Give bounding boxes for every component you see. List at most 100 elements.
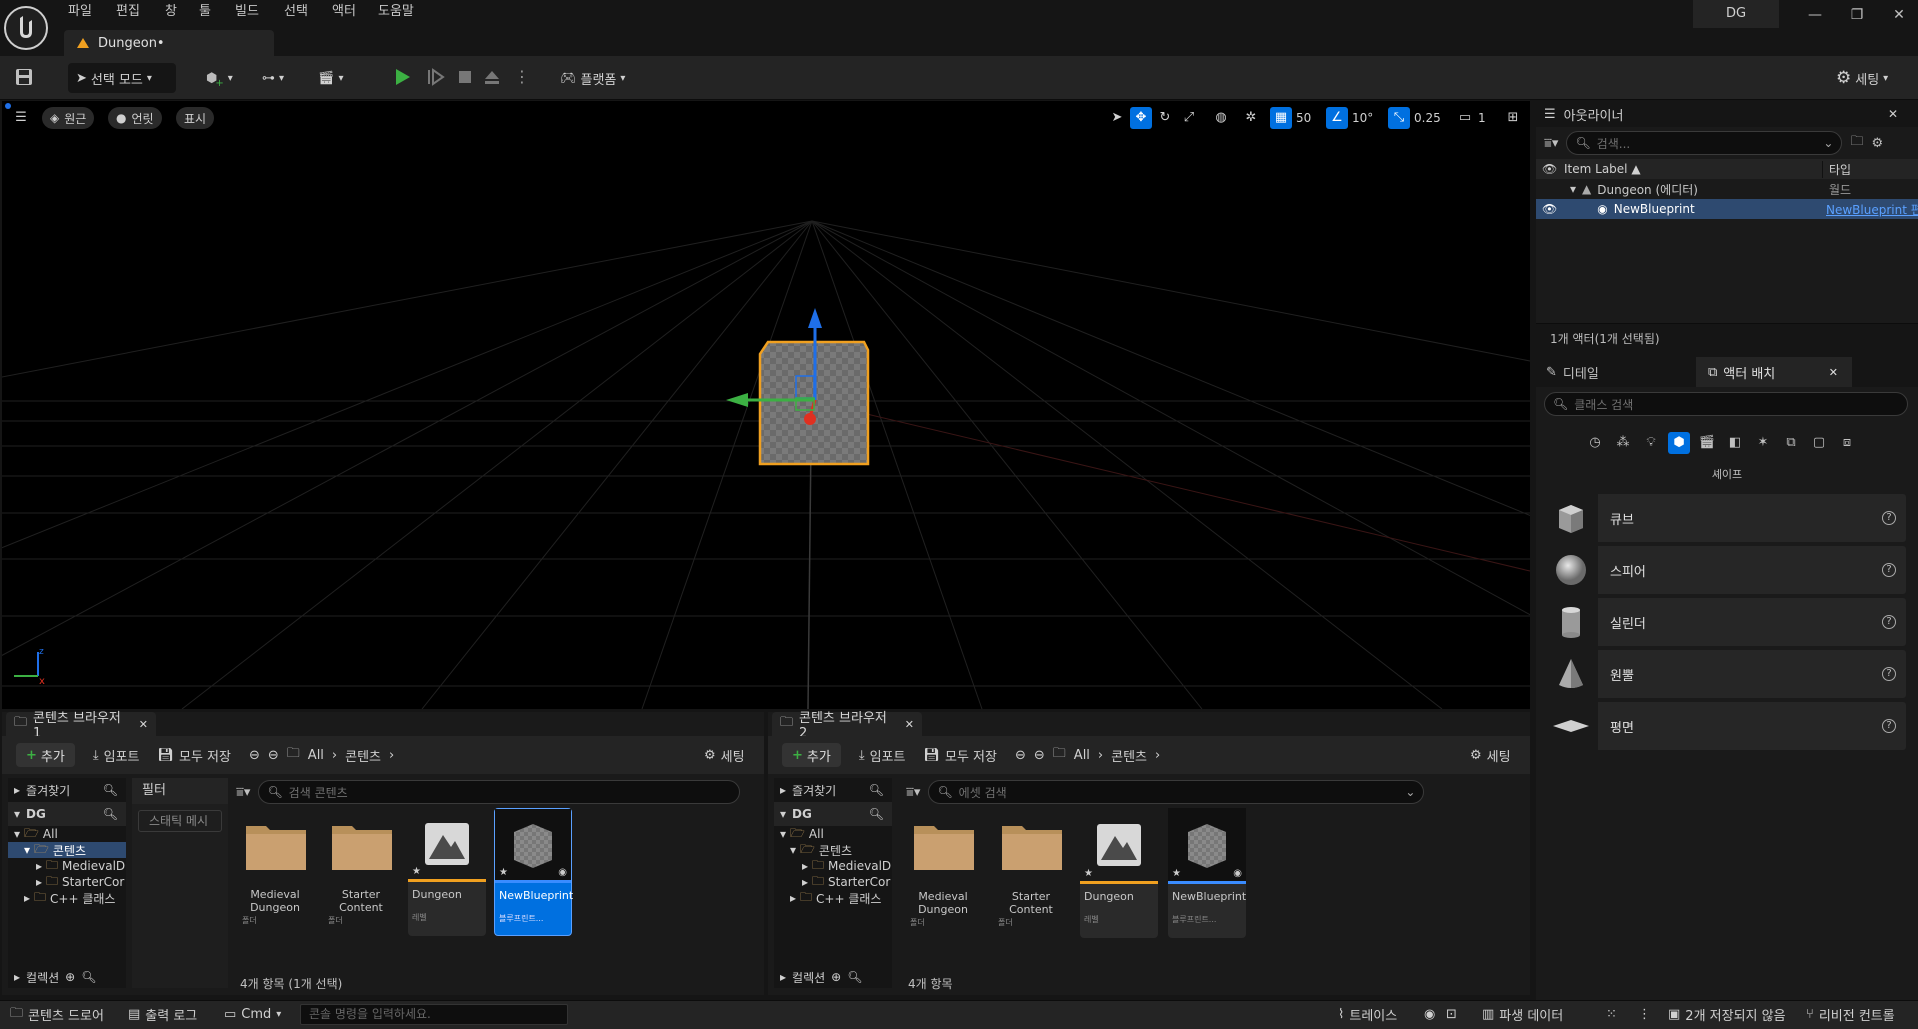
save-all-button[interactable]: 💾︎ 모두 저장 — [923, 746, 997, 765]
help-icon[interactable]: ? — [1882, 719, 1896, 733]
eject-icon[interactable] — [482, 67, 502, 87]
move-tool-icon[interactable]: ✥ — [1130, 107, 1152, 129]
search-icon[interactable]: 🔍︎ — [103, 807, 118, 821]
cmd-dropdown[interactable]: ▭ Cmd ▾ — [224, 1000, 281, 1029]
tree-item-content[interactable]: ▾ 🗁 콘텐츠 — [774, 842, 892, 858]
unreal-logo-icon[interactable] — [4, 6, 48, 50]
close-icon[interactable]: ✕ — [905, 718, 914, 731]
col-item-label[interactable]: Item Label ▲ — [1564, 162, 1641, 176]
help-icon[interactable]: ? — [1882, 667, 1896, 681]
tab-place-actors[interactable]: ⧉ 액터 배치 ✕ — [1696, 357, 1852, 387]
shapes-icon[interactable]: ⬢ — [1668, 432, 1690, 454]
visibility-icon[interactable]: 👁︎ — [1542, 202, 1557, 216]
path-all[interactable]: All — [1074, 748, 1090, 763]
favorites-header[interactable]: ▸ 즐겨찾기 🔍︎ — [8, 778, 126, 802]
menu-help[interactable]: 도움말 — [378, 0, 414, 24]
save-all-button[interactable]: 💾︎ 모두 저장 — [157, 746, 231, 765]
all-classes-icon[interactable]: ⧉ — [1780, 432, 1802, 454]
filter-icon[interactable]: ⩸▾ — [906, 785, 920, 800]
cb2-settings-button[interactable]: ⚙ 세팅 — [1470, 746, 1511, 765]
cinematics-button[interactable]: 🎬︎ ▾ — [318, 63, 358, 93]
asset-tile-level[interactable]: ★ Dungeon 레벨 — [1080, 808, 1158, 938]
screenshot-icon[interactable]: ⊡ — [1446, 1000, 1457, 1029]
asset-tile-folder[interactable]: Medieval Dungeon 폴더 — [236, 812, 314, 937]
hamburger-menu-icon[interactable]: ☰ — [10, 107, 32, 129]
add-button[interactable]: + 추가 — [782, 743, 841, 767]
shape-item-plane[interactable]: 평면 ? — [1544, 702, 1906, 750]
more-icon[interactable]: ⋮ — [1638, 1000, 1651, 1029]
forward-icon[interactable]: ⊖ — [1034, 748, 1045, 763]
play-icon[interactable] — [392, 67, 412, 87]
tab-content-browser-2[interactable]: 🗀 콘텐츠 브라우저 2 ✕ — [772, 711, 922, 741]
star-icon[interactable]: ★ — [1172, 868, 1181, 879]
favorites-header[interactable]: ▸ 즐겨찾기 🔍︎ — [774, 778, 892, 802]
shape-item-sphere[interactable]: 스피어 ? — [1544, 546, 1906, 594]
asset-tile-folder[interactable]: Starter Content 폴더 — [992, 812, 1070, 937]
cb1-search-input[interactable]: 🔍︎ 검색 콘텐츠 — [258, 780, 741, 804]
add-button[interactable]: + 추가 — [16, 743, 75, 767]
show-button[interactable]: 표시 — [176, 107, 215, 129]
grid-snap-icon[interactable]: ▦ — [1270, 107, 1292, 129]
blueprints-button[interactable]: ⊶ ▾ — [262, 63, 302, 93]
camera-speed-icon[interactable]: ▭ — [1454, 107, 1476, 129]
content-drawer-button[interactable]: 🗀 콘텐츠 드로어 — [10, 1000, 104, 1029]
close-icon[interactable]: ✕ — [1888, 107, 1898, 121]
asset-tile-blueprint[interactable]: ★ ◉ NewBlueprint 블루프린트... — [1168, 808, 1246, 938]
more-options-icon[interactable]: ⋮ — [514, 67, 530, 86]
menu-edit[interactable]: 편집 — [116, 0, 140, 24]
asset-tile-blueprint-selected[interactable]: ★ ◉ NewBlueprint 블루프린트... — [494, 808, 573, 936]
tree-item-all[interactable]: ▾ 🗁 All — [8, 826, 126, 842]
rotate-tool-icon[interactable]: ↻ — [1154, 107, 1176, 129]
rotation-snap-value[interactable]: 10° — [1352, 107, 1373, 129]
menu-build[interactable]: 빌드 — [235, 0, 259, 24]
tree-item-cpp[interactable]: ▸ 🗀 C++ 클래스 — [774, 890, 892, 906]
record-icon[interactable]: ◉ — [1424, 1000, 1435, 1029]
tree-item-starter[interactable]: ▸ 🗀 StarterCor — [774, 874, 892, 890]
help-icon[interactable]: ? — [1882, 563, 1896, 577]
recent-icon[interactable]: ◷ — [1584, 432, 1606, 454]
path-content[interactable]: 콘텐츠 — [345, 746, 381, 765]
lit-mode-button[interactable]: ● 언릿 — [108, 107, 162, 129]
shape-item-cube[interactable]: 큐브 ? — [1544, 494, 1906, 542]
shape-item-cylinder[interactable]: 실린더 ? — [1544, 598, 1906, 646]
filter-icon[interactable]: ⩸▾ — [236, 785, 250, 800]
project-header[interactable]: ▾ DG 🔍︎ — [774, 802, 892, 826]
minimize-icon[interactable]: — — [1800, 4, 1830, 26]
outliner-search-input[interactable]: 🔍︎ 검색... ⌄ — [1566, 131, 1843, 155]
col-type[interactable]: 타입 — [1822, 160, 1851, 178]
asset-tile-level[interactable]: ★ Dungeon 레벨 — [408, 808, 486, 936]
project-header[interactable]: ▾ DG 🔍︎ — [8, 802, 126, 826]
scale-snap-value[interactable]: 0.25 — [1414, 107, 1441, 129]
shape-item-cone[interactable]: 원뿔 ? — [1544, 650, 1906, 698]
asset-tile-folder[interactable]: Starter Content 폴더 — [322, 812, 400, 937]
add-folder-icon[interactable]: 🗀 — [1850, 132, 1863, 154]
path-all[interactable]: All — [308, 748, 324, 763]
tree-item-cpp[interactable]: ▸ 🗀 C++ 클래스 — [8, 890, 126, 906]
add-circle-icon[interactable]: ⊕ — [831, 970, 841, 984]
back-icon[interactable]: ⊖ — [249, 748, 260, 763]
search-icon[interactable]: 🔍︎ — [869, 783, 884, 797]
save-icon[interactable] — [14, 67, 34, 87]
close-icon[interactable]: ✕ — [1884, 4, 1914, 26]
menu-actor[interactable]: 액터 — [332, 0, 356, 24]
restore-icon[interactable]: ❐ — [1842, 4, 1872, 26]
visual-effects-icon[interactable]: ◧ — [1724, 432, 1746, 454]
cinematic-icon[interactable]: 🎬︎ — [1696, 432, 1718, 454]
settings-dropdown[interactable]: ⚙ 세팅 ▾ — [1836, 63, 1906, 93]
selection-mode-dropdown[interactable]: ➤ 선택 모드 ▾ — [68, 63, 176, 93]
tab-details[interactable]: ✎ 디테일 — [1536, 363, 1696, 382]
search-icon[interactable]: 🔍︎ — [81, 970, 96, 984]
tree-item-content[interactable]: ▾ 🗁 콘텐츠 — [8, 842, 126, 858]
import-button[interactable]: ⤓ 임포트 — [859, 746, 906, 765]
tree-item-medieval[interactable]: ▸ 🗀 MedievalD — [8, 858, 126, 874]
viewport-layout-icon[interactable]: ⊞ — [1502, 107, 1524, 129]
search-icon[interactable]: 🔍︎ — [869, 807, 884, 821]
add-actor-button[interactable]: ⬢ + ▾ — [206, 63, 244, 93]
forward-icon[interactable]: ⊖ — [268, 748, 279, 763]
geometry-icon[interactable]: ▢ — [1808, 432, 1830, 454]
perspective-button[interactable]: ◈ 원근 — [42, 107, 95, 129]
menu-file[interactable]: 파일 — [68, 0, 92, 24]
tab-dungeon-level[interactable]: Dungeon• — [64, 30, 274, 56]
back-icon[interactable]: ⊖ — [1015, 748, 1026, 763]
surface-snap-icon[interactable]: ✲ — [1240, 107, 1262, 129]
